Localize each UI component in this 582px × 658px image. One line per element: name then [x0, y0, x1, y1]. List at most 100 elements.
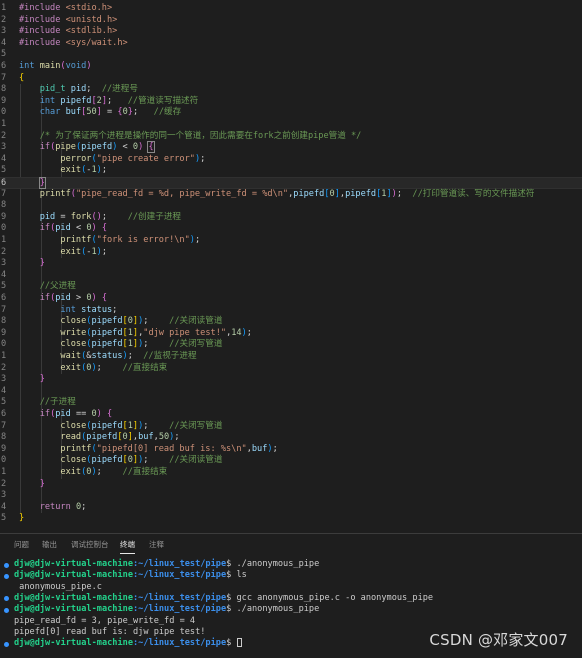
code-line[interactable]: 9 pid = fork(); //创建子进程	[0, 212, 582, 224]
line-number: 1	[1, 467, 7, 477]
code-line[interactable]: 3 #include <stdlib.h>	[0, 26, 582, 38]
code-line[interactable]: 5	[0, 49, 582, 61]
code-line[interactable]: 9 printf("pipefd[0] read buf is: %s\n",b…	[0, 444, 582, 456]
code-line[interactable]: 7{	[0, 73, 582, 85]
code-text: read(pipefd[0],buf,50);	[19, 432, 179, 444]
line-number: 6	[1, 61, 7, 71]
line-number: 2	[1, 14, 7, 25]
code-line[interactable]: 4	[0, 386, 582, 398]
code-line[interactable]: 0 if(pid < 0) {	[0, 223, 582, 235]
code-token: ;	[112, 304, 118, 315]
code-token: )	[86, 61, 92, 71]
panel-tab[interactable]: 输出	[42, 539, 57, 553]
prompt-command: $ ./anonymous_pipe	[226, 559, 320, 569]
line-number: 5	[1, 49, 7, 60]
command-status-dot-icon[interactable]	[4, 596, 9, 602]
code-line[interactable]: 3 if(pipe(pipefd) < 0) {	[0, 141, 582, 154]
code-token: pipefd	[293, 188, 325, 199]
code-text: //子进程	[19, 397, 76, 409]
code-token: main	[39, 61, 61, 71]
code-line[interactable]: 6 if(pid == 0) {	[0, 409, 582, 421]
code-line[interactable]: 1 wait(&status); //监视子进程	[0, 351, 582, 363]
code-line[interactable]: 0 char buf[50] = {0}; //缓存	[0, 107, 582, 119]
code-token: pid	[55, 409, 71, 419]
code-line[interactable]: 2 }	[0, 479, 582, 491]
terminal-prompt-line: djw@djw-virtual-machine:~/linux_test/pip…	[14, 593, 433, 605]
code-token: //父进程	[39, 281, 76, 292]
code-editor[interactable]: 1 #include <stdio.h> 2 #include <unistd.h> 3…	[0, 0, 582, 533]
command-status-dot-icon[interactable]	[4, 562, 9, 568]
code-text: int main(void)	[19, 61, 92, 73]
code-line[interactable]: 3 }	[0, 374, 582, 386]
code-token: }	[39, 478, 45, 489]
code-token: {	[147, 141, 155, 154]
code-line[interactable]: 1 #include <stdio.h>	[0, 3, 582, 15]
code-token: <unistd.h>	[65, 14, 118, 25]
code-line[interactable]: 2 /* 为了保证两个进程是操作的同一个管道，因此需要在fork之前创建pipe…	[0, 131, 582, 143]
code-line[interactable]: 2 #include <unistd.h>	[0, 15, 582, 27]
panel-tab[interactable]: 问题	[14, 539, 29, 553]
code-line[interactable]: 9 int pipefd[2]; //管道读写描述符	[0, 96, 582, 108]
code-line[interactable]: 5 //子进程	[0, 397, 582, 409]
code-line[interactable]: 0 close(pipefd[1]); //关闭写管道	[0, 339, 582, 351]
panel-tab[interactable]: 注释	[149, 539, 164, 553]
line-number: 4	[1, 153, 7, 164]
code-text: exit(-1);	[19, 165, 107, 177]
panel-tab[interactable]: 调试控制台	[71, 539, 109, 553]
code-text: return 0;	[19, 501, 87, 514]
code-line[interactable]: 8 pid_t pid; //进程号	[0, 84, 582, 96]
code-token: ;	[101, 246, 108, 257]
code-line[interactable]: 8	[0, 200, 582, 212]
code-token: ;	[246, 327, 252, 338]
code-line[interactable]: 6 }	[0, 177, 582, 189]
code-line[interactable]: 4 return 0;	[0, 502, 582, 514]
code-token: buf	[251, 443, 268, 454]
code-line[interactable]: 0 close(pipefd[0]); //关闭读管道	[0, 455, 582, 467]
code-line[interactable]: 5}	[0, 513, 582, 525]
code-line[interactable]: 8 read(pipefd[0],buf,50);	[0, 432, 582, 444]
code-line[interactable]: 3 }	[0, 258, 582, 270]
code-text: exit(-1);	[19, 247, 107, 259]
code-line[interactable]: 1 exit(0); //直接结束	[0, 467, 582, 479]
code-line[interactable]: 1	[0, 119, 582, 131]
code-line[interactable]: 4	[0, 270, 582, 282]
code-line[interactable]: 5 exit(-1);	[0, 165, 582, 177]
line-number: 1	[1, 351, 7, 361]
code-line[interactable]: 8 close(pipefd[0]); //关闭读管道	[0, 316, 582, 328]
code-token: ;	[143, 339, 170, 350]
code-line[interactable]: 1 printf("fork is error!\n");	[0, 235, 582, 247]
code-token: ;	[96, 362, 123, 373]
line-number: 9	[1, 327, 7, 338]
code-text: /* 为了保证两个进程是操作的同一个管道，因此需要在fork之前创建pipe管道…	[19, 131, 362, 143]
line-number: 0	[1, 339, 7, 350]
panel-tab[interactable]: 终端	[120, 539, 135, 554]
line-number: 5	[1, 513, 7, 524]
code-line[interactable]: 7 close(pipefd[1]); //关闭写管道	[0, 421, 582, 433]
code-line[interactable]: 4 perror("pipe create error");	[0, 154, 582, 166]
code-line[interactable]: 5 //父进程	[0, 281, 582, 293]
code-token: return	[39, 501, 71, 512]
code-line[interactable]: 6 if(pid > 0) {	[0, 293, 582, 305]
code-line[interactable]: 2 exit(-1);	[0, 247, 582, 259]
code-token: <	[117, 142, 133, 153]
code-line[interactable]: 9 write(pipefd[1],"djw pipe test!",14);	[0, 328, 582, 340]
code-line[interactable]: 6 int main(void)	[0, 61, 582, 73]
code-line[interactable]: 2 exit(0); //直接结束	[0, 363, 582, 375]
code-token: //管道读写描述符	[127, 95, 199, 106]
code-line[interactable]: 4 #include <sys/wait.h>	[0, 38, 582, 50]
command-status-dot-icon[interactable]	[4, 607, 9, 613]
command-status-dot-icon[interactable]	[4, 641, 9, 647]
prompt-command: $ ls	[226, 570, 247, 581]
code-line[interactable]: 7 int status;	[0, 305, 582, 317]
code-line[interactable]: 3	[0, 490, 582, 502]
command-status-dot-icon[interactable]	[4, 573, 9, 579]
code-line[interactable]: 7 printf("pipe_read_fd = %d, pipe_write_…	[0, 189, 582, 201]
